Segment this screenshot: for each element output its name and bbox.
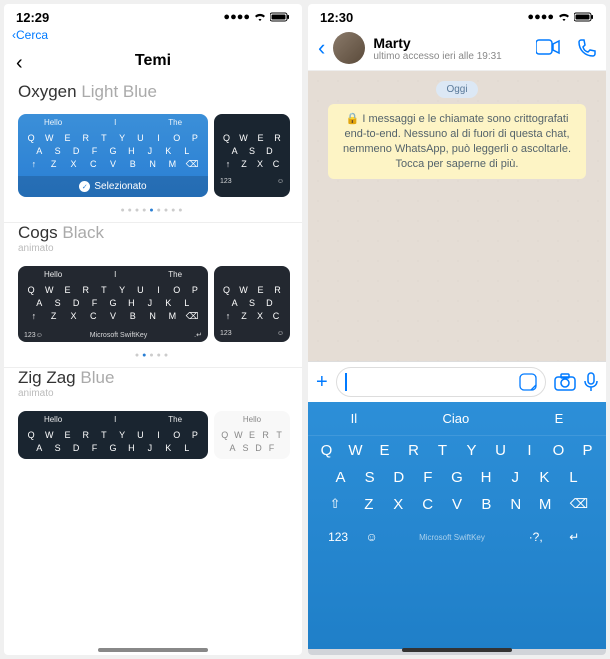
battery-icon — [270, 12, 290, 22]
voice-call-button[interactable] — [578, 39, 596, 57]
enter-key[interactable]: ↵ — [552, 530, 596, 544]
theme-preview-oxygen-blue[interactable]: HelloIThe QWERTYUIOP ASDFGHJKL ↑ZXCVBNM⌫… — [18, 114, 208, 197]
status-time: 12:29 — [16, 10, 49, 25]
avatar[interactable] — [333, 32, 365, 64]
theme-row-zigzag: HelloIThe QWERTYUIOP ASDFGHJKL Hello QWE… — [4, 405, 302, 465]
shift-key[interactable]: ⇧ — [316, 496, 354, 513]
status-bar: 12:29 ●●●● — [4, 4, 302, 26]
signal-icon: ●●●● — [527, 11, 554, 23]
backspace-key[interactable]: ⌫ — [560, 496, 598, 513]
sticker-button[interactable] — [519, 373, 537, 391]
battery-icon — [574, 12, 594, 22]
keyboard[interactable]: Il Ciao E QWERTYUIOP ASDFGHJKL ⇧ZXCVBNM⌫… — [308, 402, 606, 649]
key-row-2: ASDFGHJKL — [312, 469, 602, 486]
check-icon: ✓ — [79, 181, 90, 192]
chat-messages[interactable]: Oggi 🔒 I messaggi e le chiamate sono cri… — [308, 71, 606, 361]
suggestion[interactable]: E — [555, 411, 564, 426]
theme-preview-cogs-main[interactable]: HelloIThe QWERTYUIOP ASDFGHJKL ↑ZXCVBNM⌫… — [18, 266, 208, 342]
chat-header: ‹ Marty ultimo accesso ieri alle 19:31 — [308, 26, 606, 71]
status-bar: 12:30 ●●●● — [308, 4, 606, 26]
contact-status: ultimo accesso ieri alle 19:31 — [373, 51, 501, 62]
search-back-link[interactable]: ‹ Cerca — [4, 26, 302, 44]
selected-badge: ✓ Selezionato — [18, 176, 208, 197]
back-button[interactable]: ‹ — [16, 52, 23, 75]
key-row-1: QWERTYUIOP — [312, 442, 602, 459]
page-dots-2[interactable]: ●●●●● — [4, 348, 302, 367]
space-key[interactable]: Microsoft SwiftKey — [385, 533, 519, 542]
home-indicator[interactable] — [98, 648, 208, 652]
signal-icon: ●●●● — [223, 11, 250, 23]
camera-button[interactable] — [554, 373, 576, 391]
contact-name: Marty — [373, 35, 501, 51]
emoji-key[interactable]: ☺ — [358, 530, 385, 544]
theme-heading-zigzag: Zig Zag Blue animato — [4, 368, 302, 405]
theme-row-oxygen: HelloIThe QWERTYUIOP ASDFGHJKL ↑ZXCVBNM⌫… — [4, 108, 302, 203]
theme-heading-cogs: Cogs Black animato — [4, 223, 302, 260]
message-input[interactable] — [336, 367, 546, 397]
key-row-bottom: 123 ☺ Microsoft SwiftKey ·?, ↵ — [312, 523, 602, 551]
theme-preview-zigzag-main[interactable]: HelloIThe QWERTYUIOP ASDFGHJKL — [18, 411, 208, 459]
header: ‹ Temi — [4, 44, 302, 82]
message-input-bar: + — [308, 361, 606, 402]
home-indicator[interactable] — [402, 648, 512, 652]
encryption-notice[interactable]: 🔒 I messaggi e le chiamate sono crittogr… — [328, 104, 586, 179]
whatsapp-chat-screen: 12:30 ●●●● ‹ Marty ultimo accesso ieri a… — [308, 4, 606, 655]
theme-preview-oxygen-dark[interactable]: QWER ASD ↑ZXC 123☺ — [214, 114, 290, 197]
status-icons: ●●●● — [527, 11, 594, 23]
theme-heading-oxygen: Oxygen Light Blue — [4, 82, 302, 108]
attach-button[interactable]: + — [316, 371, 328, 394]
page-title: Temi — [135, 52, 171, 69]
suggestion-bar: Il Ciao E — [308, 402, 606, 436]
key-row-3: ⇧ZXCVBNM⌫ — [312, 496, 602, 513]
mic-button[interactable] — [584, 372, 598, 392]
suggestion[interactable]: Ciao — [443, 411, 470, 426]
wifi-icon — [557, 12, 571, 22]
numbers-key[interactable]: 123 — [318, 530, 358, 544]
page-dots-1[interactable]: ●●●●●●●●● — [4, 203, 302, 222]
wifi-icon — [253, 12, 267, 22]
text-cursor — [345, 373, 347, 391]
contact-info[interactable]: Marty ultimo accesso ieri alle 19:31 — [373, 35, 501, 62]
suggestion[interactable]: Il — [351, 411, 358, 426]
theme-preview-cogs-side[interactable]: QWER ASD ↑ZXC 123☺ — [214, 266, 290, 342]
theme-row-cogs: HelloIThe QWERTYUIOP ASDFGHJKL ↑ZXCVBNM⌫… — [4, 260, 302, 348]
status-icons: ●●●● — [223, 11, 290, 23]
video-call-button[interactable] — [536, 39, 560, 57]
theme-preview-zigzag-side[interactable]: Hello QWERT ASDF — [214, 411, 290, 459]
back-button[interactable]: ‹ — [318, 35, 325, 61]
date-label: Oggi — [436, 81, 477, 98]
status-time: 12:30 — [320, 10, 353, 25]
themes-screen: 12:29 ●●●● ‹ Cerca ‹ Temi Oxygen Light B… — [4, 4, 302, 655]
punct-key[interactable]: ·?, — [519, 530, 553, 544]
